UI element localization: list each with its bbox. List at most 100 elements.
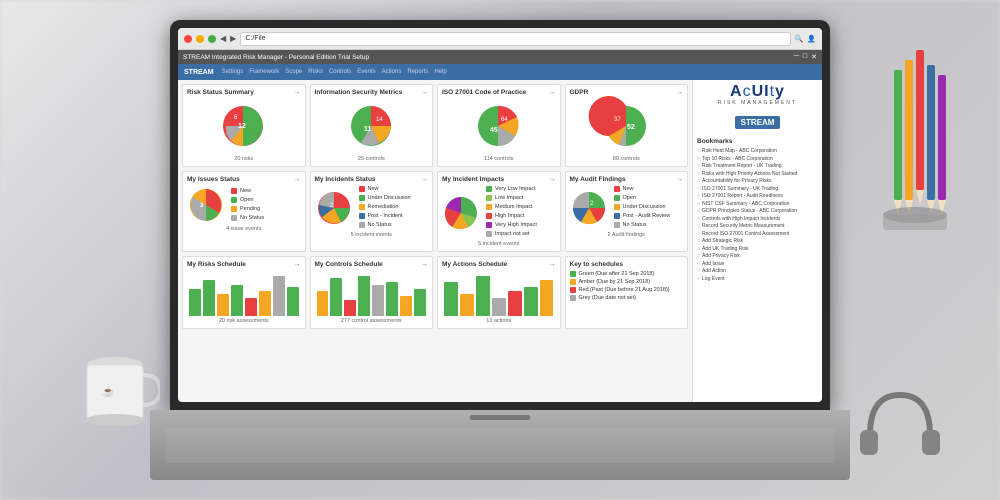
bookmark-item[interactable]: ○Record ISO 27001 Control Assessment: [697, 231, 818, 237]
bookmark-item[interactable]: ○Risks with High Priority Actions Not St…: [697, 171, 818, 177]
controls-bar-chart: [315, 271, 429, 316]
bookmark-item[interactable]: ○Top 10 Risks - ABC Corporation: [697, 156, 818, 162]
back-arrow[interactable]: ◀: [220, 34, 226, 43]
risk-status-section: Risk Status Summary →: [182, 84, 306, 167]
bookmark-item[interactable]: ○Controls with High Impact Incidents: [697, 216, 818, 222]
iso27001-arrow[interactable]: →: [549, 89, 556, 96]
user-icon[interactable]: 👤: [807, 35, 816, 43]
bookmark-item[interactable]: ○Add Privacy Risk: [697, 253, 818, 259]
controls-schedule-arrow[interactable]: →: [421, 261, 428, 268]
bookmark-icon: ○: [697, 253, 700, 259]
issues-section: My Issues Status → 3: [182, 171, 306, 252]
acuity-subtitle: RISK MANAGEMENT: [697, 100, 818, 106]
audit-findings-title: My Audit Findings: [570, 176, 626, 183]
bookmark-icon: ○: [697, 216, 700, 222]
bookmarks-list: ○Risk Heat Map - ABC Corporation ○Top 10 …: [697, 148, 818, 282]
bookmark-icon: ○: [697, 208, 700, 214]
svg-text:14: 14: [376, 117, 383, 123]
close-btn[interactable]: [184, 35, 192, 43]
incidents-arrow[interactable]: →: [421, 176, 428, 183]
svg-text:45: 45: [490, 127, 498, 134]
menu-risks[interactable]: Risks: [308, 69, 323, 75]
search-icon[interactable]: 🔍: [795, 35, 804, 43]
max-btn[interactable]: [208, 35, 216, 43]
window-close-icon[interactable]: ✕: [811, 53, 817, 61]
bookmark-item[interactable]: ○Add UK Trading Risk: [697, 246, 818, 252]
audit-findings-arrow[interactable]: →: [676, 176, 683, 183]
bookmark-item[interactable]: ○Accountability for Privacy Risks: [697, 178, 818, 184]
key-red: Red (Past (Due before 21 Aug 2018)): [579, 287, 670, 293]
bookmark-item[interactable]: ○Risk Heat Map - ABC Corporation: [697, 148, 818, 154]
incident-impacts-arrow[interactable]: →: [549, 176, 556, 183]
bookmark-icon: ○: [697, 171, 700, 177]
bookmark-item[interactable]: ○Add Issue: [697, 261, 818, 267]
bookmark-item[interactable]: ○Risk Treatment Report - UK Trading: [697, 163, 818, 169]
actions-schedule-label: 13 actions: [442, 318, 556, 324]
issues-title: My Issues Status: [187, 176, 240, 183]
issues-label: 4 issue events: [187, 226, 301, 232]
impacts-label: 5 incident events: [442, 241, 556, 247]
bookmark-item[interactable]: ○Add Strategic Risk: [697, 238, 818, 244]
menu-settings[interactable]: Settings: [222, 69, 244, 75]
min-btn[interactable]: [196, 35, 204, 43]
bookmark-item[interactable]: ○Add Action: [697, 268, 818, 274]
issues-arrow[interactable]: →: [294, 176, 301, 183]
menu-scope[interactable]: Scope: [285, 69, 302, 75]
info-security-arrow[interactable]: →: [421, 89, 428, 96]
forward-arrow[interactable]: ▶: [230, 34, 236, 43]
menu-reports[interactable]: Reports: [407, 69, 428, 75]
bookmark-icon: ○: [697, 276, 700, 282]
info-security-section: Information Security Metrics → 11: [310, 84, 434, 167]
controls-schedule-section: My Controls Schedule →: [310, 256, 434, 329]
minimize-icon[interactable]: ─: [794, 53, 799, 61]
bookmark-item[interactable]: ○Record Security Metric Measurement: [697, 223, 818, 229]
laptop: ◀ ▶ C:/File 🔍 👤 STREAM Integrated Risk M…: [150, 20, 850, 480]
incidents-label: 5 incident events: [315, 232, 429, 238]
bookmarks-title: Bookmarks: [697, 138, 818, 145]
main-panel: Risk Status Summary →: [178, 80, 692, 402]
actions-schedule-arrow[interactable]: →: [549, 261, 556, 268]
issues-chart: 3: [187, 186, 225, 224]
audit-findings-section: My Audit Findings → 2: [565, 171, 689, 252]
risk-status-label: 20 risks: [234, 156, 253, 162]
bookmark-icon: ○: [697, 148, 700, 154]
menu-app-name: STREAM: [184, 69, 214, 76]
risk-status-arrow[interactable]: →: [294, 89, 301, 96]
bottom-row: My Risks Schedule →: [182, 256, 688, 329]
info-security-chart: 11 14: [344, 99, 399, 154]
bookmark-icon: ○: [697, 261, 700, 267]
menu-help[interactable]: Help: [434, 69, 446, 75]
incident-impacts-title: My Incident Impacts: [442, 176, 504, 183]
restore-icon[interactable]: □: [803, 53, 807, 61]
audit-chart: 2: [570, 189, 608, 227]
svg-text:37: 37: [614, 117, 621, 123]
menu-items: Settings Framework Scope Risks Controls …: [222, 69, 447, 75]
bookmark-item[interactable]: ○Log Event: [697, 276, 818, 282]
menu-controls[interactable]: Controls: [329, 69, 351, 75]
incidents-chart: 2: [315, 189, 353, 227]
gdpr-arrow[interactable]: →: [676, 89, 683, 96]
menu-actions[interactable]: Actions: [382, 69, 402, 75]
bookmark-item[interactable]: ○ISO 27001 Summary - UK Trading: [697, 186, 818, 192]
bookmark-item[interactable]: ○ISO 27001 Report - Audit Readiness: [697, 193, 818, 199]
svg-text:64: 64: [501, 117, 508, 123]
acuity-name: AcUIty: [697, 84, 818, 100]
gdpr-chart: 52 37: [599, 99, 654, 154]
risks-bar-chart: [187, 271, 301, 316]
bookmark-item[interactable]: ○NIST CSF Summary - ABC Corporation: [697, 201, 818, 207]
key-green: Green (Due after 21 Sep 2018): [579, 271, 655, 277]
controls-schedule-title: My Controls Schedule: [315, 261, 383, 268]
url-bar[interactable]: C:/File: [240, 32, 790, 46]
middle-row: My Issues Status → 3: [182, 171, 688, 252]
menu-framework[interactable]: Framework: [249, 69, 279, 75]
bookmark-icon: ○: [697, 193, 700, 199]
bookmark-item[interactable]: ○GDPR Principles Status - ABC Corporatio…: [697, 208, 818, 214]
top-row: Risk Status Summary →: [182, 84, 688, 167]
svg-text:52: 52: [627, 124, 635, 131]
bookmark-icon: ○: [697, 246, 700, 252]
url-text: C:/File: [245, 35, 265, 42]
menu-events[interactable]: Events: [357, 69, 375, 75]
risks-schedule-arrow[interactable]: →: [294, 261, 301, 268]
app-content: Risk Status Summary →: [178, 80, 822, 402]
key-amber: Amber (Due by 21 Sep 2018): [579, 279, 651, 285]
